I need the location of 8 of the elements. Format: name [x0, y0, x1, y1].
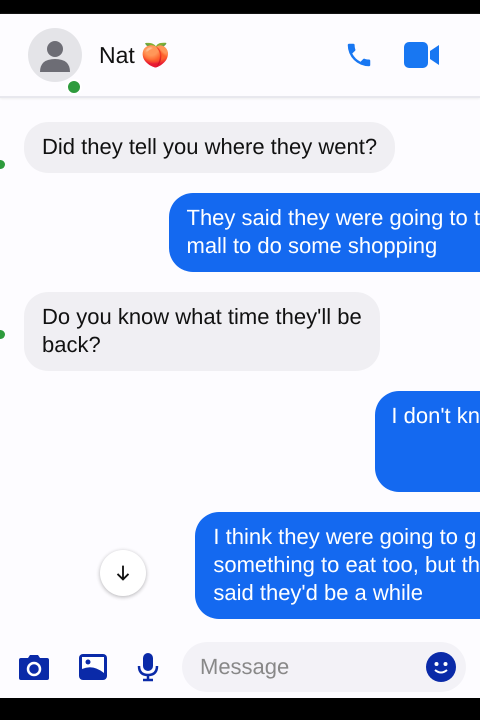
- message-input[interactable]: Message: [198, 653, 426, 681]
- message-bubble: Do you know what time they'll be back?: [24, 292, 380, 371]
- message-bubble: I don't kn: [375, 391, 480, 492]
- message-bubble: I think they were going to g something to eat too, but th said they'd be a while: [195, 512, 480, 619]
- message-bubble: Did they tell you where they went?: [24, 122, 396, 173]
- message-bubble: They said they were going to t mall to do some shopping: [168, 193, 480, 272]
- contact-name[interactable]: Nat 🍑: [99, 42, 170, 68]
- message-field[interactable]: Message: [182, 642, 466, 692]
